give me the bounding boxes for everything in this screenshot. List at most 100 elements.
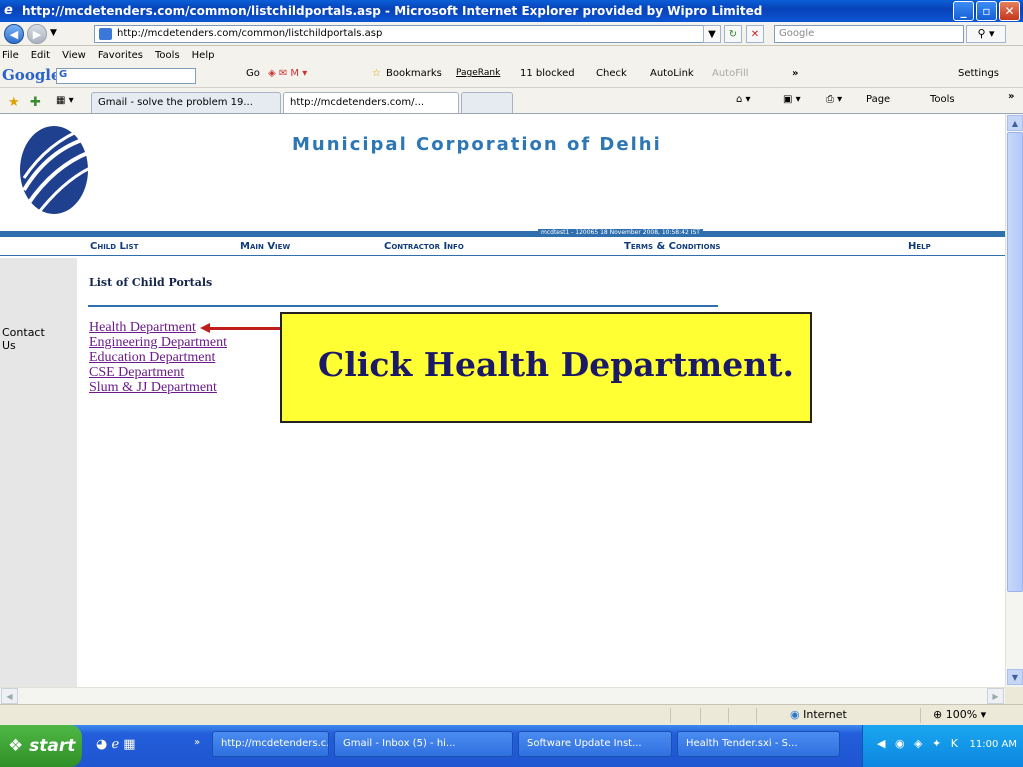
tools-menu-button[interactable]: Tools bbox=[930, 94, 955, 105]
maximize-button[interactable]: ▫ bbox=[976, 1, 997, 21]
zoom-icon: ⊕ bbox=[933, 708, 946, 721]
mcd-logo bbox=[20, 126, 90, 217]
status-divider bbox=[700, 708, 701, 723]
scroll-left-icon[interactable]: ◀ bbox=[1, 688, 18, 704]
task-software-update[interactable]: Software Update Inst... bbox=[518, 731, 672, 757]
nav-terms-conditions[interactable]: Terms & Conditions bbox=[624, 241, 720, 252]
menu-view[interactable]: View bbox=[62, 50, 86, 61]
tab-gmail[interactable]: Gmail - solve the problem 19... bbox=[91, 92, 281, 113]
history-dropdown-icon[interactable]: ▼ bbox=[50, 28, 57, 38]
google-search-input[interactable]: G bbox=[56, 68, 196, 84]
tab-mcdetenders[interactable]: http://mcdetenders.com/... bbox=[283, 92, 459, 113]
minimize-button[interactable]: _ bbox=[953, 1, 974, 21]
callout-text: Click Health Department. bbox=[318, 345, 794, 384]
scroll-down-icon[interactable]: ▼ bbox=[1007, 669, 1023, 685]
toolbar-more-button[interactable]: » bbox=[792, 68, 798, 79]
task-health-tender[interactable]: Health Tender.sxi - S... bbox=[677, 731, 840, 757]
menu-favorites[interactable]: Favorites bbox=[98, 50, 143, 61]
back-button[interactable]: ◀ bbox=[4, 24, 24, 44]
refresh-icon[interactable]: ↻ bbox=[724, 25, 742, 43]
forward-button[interactable]: ▶ bbox=[27, 24, 47, 44]
instruction-callout: Click Health Department. bbox=[280, 312, 812, 423]
taskbar: ❖ start ◕ ℯ ▦ » http://mcdetenders.c... … bbox=[0, 725, 1023, 767]
bookmark-star-icon[interactable]: ☆ bbox=[372, 68, 381, 79]
close-button[interactable]: ✕ bbox=[999, 1, 1020, 21]
list-title-underline bbox=[88, 305, 718, 307]
add-favorite-icon[interactable]: ✚ bbox=[30, 95, 41, 110]
vertical-scrollbar[interactable]: ▲ ▼ bbox=[1005, 114, 1023, 687]
stop-icon[interactable]: ✕ bbox=[746, 25, 764, 43]
zone-label: Internet bbox=[803, 708, 847, 721]
google-logo: Google bbox=[2, 66, 61, 84]
link-cse-department[interactable]: CSE Department bbox=[89, 365, 227, 380]
site-title: Municipal Corporation of Delhi bbox=[292, 134, 662, 155]
menu-help[interactable]: Help bbox=[192, 50, 215, 61]
window-titlebar: e http://mcdetenders.com/common/listchil… bbox=[0, 0, 1023, 22]
menu-edit[interactable]: Edit bbox=[31, 50, 50, 61]
autolink-button[interactable]: AutoLink bbox=[650, 68, 694, 79]
favorites-star-icon[interactable]: ★ bbox=[8, 95, 20, 110]
zoom-control[interactable]: ⊕ 100% ▾ bbox=[933, 708, 986, 721]
print-icon[interactable]: ⎙ ▾ bbox=[826, 94, 842, 105]
google-go-button[interactable]: Go bbox=[246, 68, 260, 79]
status-divider bbox=[920, 708, 921, 723]
spellcheck-button[interactable]: Check bbox=[596, 68, 627, 79]
status-divider bbox=[670, 708, 671, 723]
pagerank-indicator[interactable]: PageRank bbox=[456, 68, 500, 78]
nav-contractor-info[interactable]: Contractor Info bbox=[384, 241, 464, 252]
user-info: mcdtest1 - 120065 18 November 2008, 10:5… bbox=[538, 229, 703, 236]
gmail-icon[interactable]: ◈ ✉ M ▾ bbox=[268, 68, 307, 79]
menu-tools[interactable]: Tools bbox=[155, 50, 180, 61]
security-zone: ◉ Internet bbox=[790, 708, 847, 721]
link-engineering-department[interactable]: Engineering Department bbox=[89, 335, 227, 350]
search-icon[interactable]: ⚲ ▾ bbox=[966, 25, 1006, 43]
link-education-department[interactable]: Education Department bbox=[89, 350, 227, 365]
status-divider bbox=[756, 708, 757, 723]
status-bar: ◉ Internet ⊕ 100% ▾ bbox=[0, 704, 1023, 725]
page-viewport: Municipal Corporation of Delhi mcdtest1 … bbox=[0, 114, 1005, 687]
bookmarks-button[interactable]: Bookmarks bbox=[386, 68, 442, 79]
google-toolbar: Google G Go ◈ ✉ M ▾ ☆ Bookmarks PageRank… bbox=[0, 64, 1023, 88]
address-toolbar: ◀ ▶ ▼ http://mcdetenders.com/common/list… bbox=[0, 22, 1023, 46]
scroll-thumb[interactable] bbox=[1007, 132, 1023, 592]
scroll-up-icon[interactable]: ▲ bbox=[1007, 115, 1023, 131]
tab-bar: ★ ✚ ▦ ▾ Gmail - solve the problem 19... … bbox=[0, 88, 1023, 114]
address-input[interactable]: http://mcdetenders.com/common/listchildp… bbox=[94, 25, 721, 43]
system-tray: ◀ ◉ ◈ ✦ K 11:00 AM bbox=[862, 725, 1023, 767]
home-icon[interactable]: ⌂ ▾ bbox=[736, 94, 751, 105]
site-nav: Child List Main View Contractor Info Ter… bbox=[0, 237, 1005, 256]
zoom-level: 100% bbox=[945, 708, 978, 721]
quicklaunch-icons[interactable]: ◕ ℯ ▦ bbox=[96, 737, 136, 752]
windows-flag-icon: ❖ bbox=[8, 736, 30, 756]
link-slum-jj-department[interactable]: Slum & JJ Department bbox=[89, 380, 227, 395]
address-dropdown-icon[interactable]: ▼ bbox=[703, 25, 721, 43]
left-sidebar: Contact Us bbox=[0, 258, 77, 687]
nav-child-list[interactable]: Child List bbox=[90, 241, 138, 252]
page-icon bbox=[99, 28, 112, 40]
scroll-right-icon[interactable]: ▶ bbox=[987, 688, 1004, 704]
new-tab-button[interactable] bbox=[461, 92, 513, 113]
command-bar-more[interactable]: » bbox=[1008, 91, 1014, 102]
nav-help[interactable]: Help bbox=[908, 241, 931, 252]
page-menu-button[interactable]: Page bbox=[866, 94, 890, 105]
task-gmail[interactable]: Gmail - Inbox (5) - hi... bbox=[334, 731, 513, 757]
globe-icon: ◉ bbox=[790, 708, 804, 721]
tray-icons[interactable]: ◀ ◉ ◈ ✦ K bbox=[877, 737, 961, 750]
horizontal-scrollbar[interactable]: ◀ ▶ bbox=[0, 687, 1005, 704]
quicklaunch-more[interactable]: » bbox=[194, 737, 200, 748]
autofill-button[interactable]: AutoFill bbox=[712, 68, 749, 79]
quick-tabs-icon[interactable]: ▦ ▾ bbox=[56, 95, 74, 106]
address-url: http://mcdetenders.com/common/listchildp… bbox=[117, 28, 383, 39]
settings-button[interactable]: Settings bbox=[958, 68, 999, 79]
feeds-icon[interactable]: ▣ ▾ bbox=[783, 94, 801, 105]
clock: 11:00 AM bbox=[969, 739, 1017, 750]
ie-icon: e bbox=[4, 3, 13, 18]
menu-file[interactable]: File bbox=[2, 50, 19, 61]
start-button[interactable]: ❖ start bbox=[0, 725, 82, 767]
contact-us-link[interactable]: Contact Us bbox=[2, 326, 62, 352]
search-input[interactable]: Google bbox=[774, 25, 964, 43]
task-ie[interactable]: http://mcdetenders.c... bbox=[212, 731, 329, 757]
nav-main-view[interactable]: Main View bbox=[240, 241, 290, 252]
start-label: start bbox=[29, 736, 76, 756]
popup-blocker-button[interactable]: 11 blocked bbox=[520, 68, 575, 79]
